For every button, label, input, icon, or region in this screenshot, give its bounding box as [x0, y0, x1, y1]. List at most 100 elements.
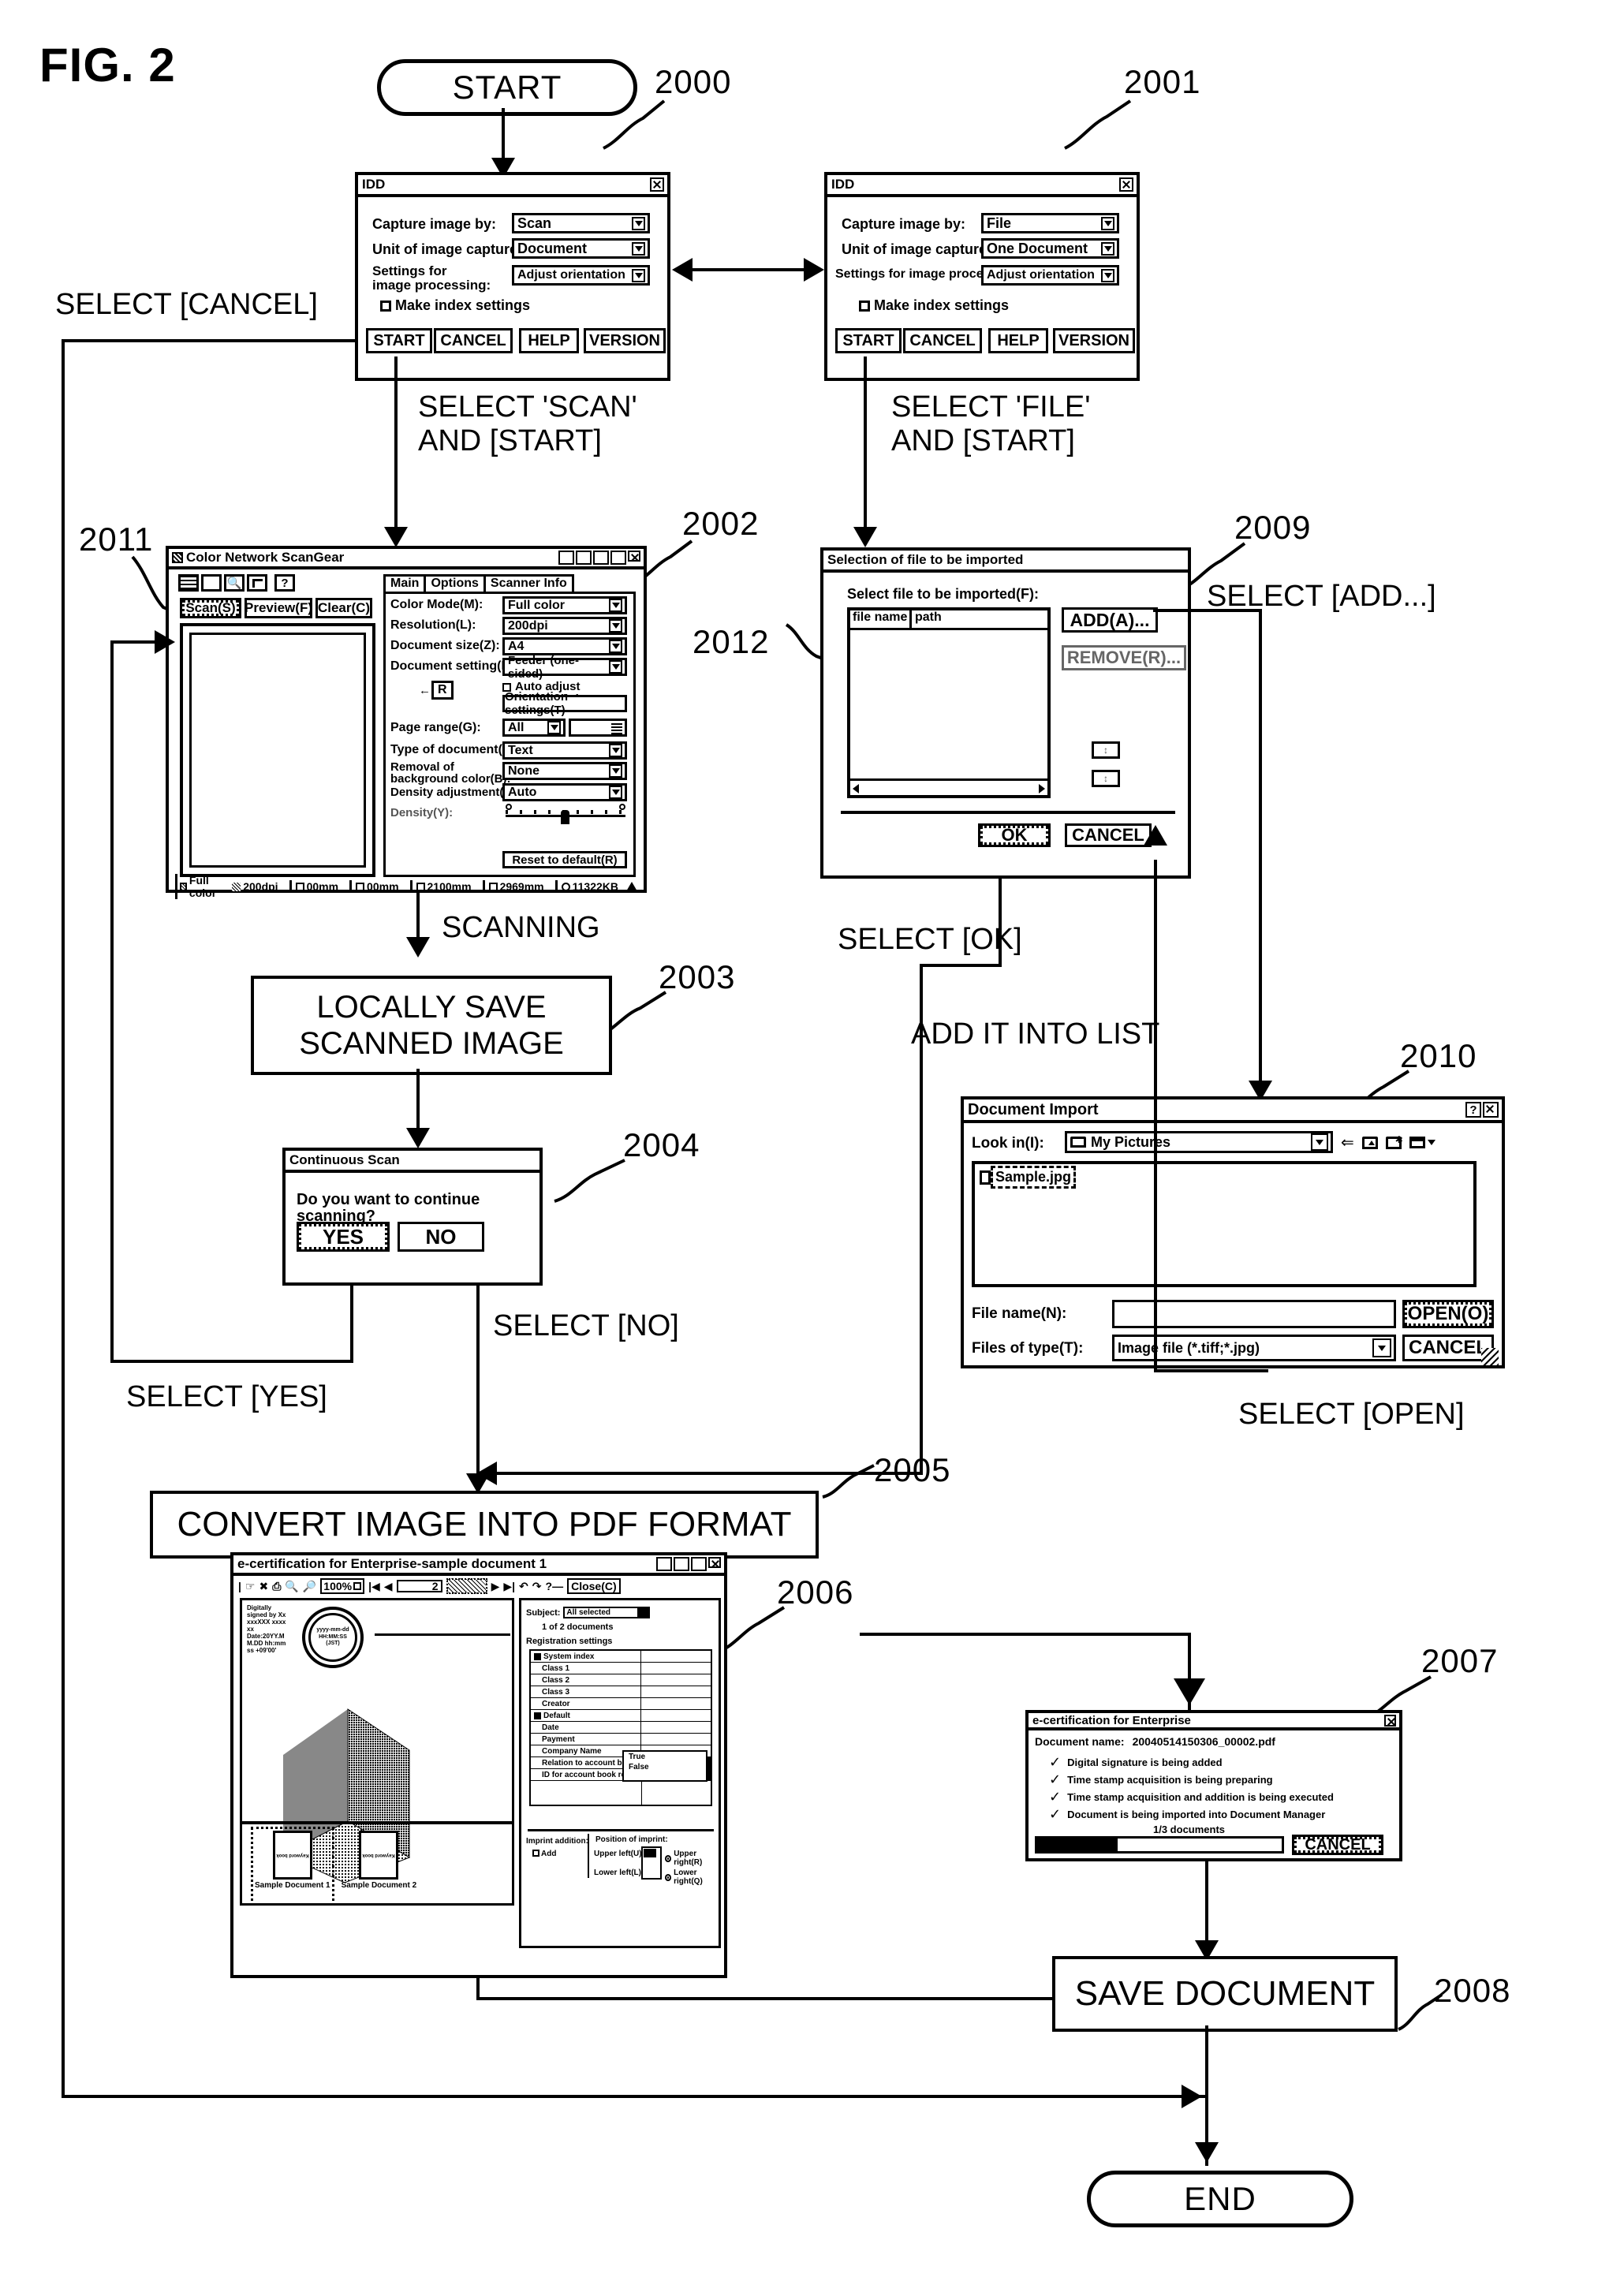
close-icon[interactable] — [1119, 177, 1133, 192]
table-cell-value[interactable] — [641, 1710, 711, 1721]
scangear-settings-pane[interactable]: Main Options Scanner Info Color Mode(M):… — [383, 574, 636, 879]
cancel-button[interactable]: CANCEL — [903, 328, 982, 353]
resolution-select[interactable]: 200dpi — [502, 617, 627, 635]
reset-to-default-button[interactable]: Reset to default(R) — [502, 851, 627, 868]
file-list[interactable]: file name path — [847, 607, 1051, 798]
ok-button[interactable]: OK — [978, 823, 1051, 847]
tab-options[interactable]: Options — [424, 574, 486, 592]
ecert-toolbar[interactable]: | ☞ ✖ ⎙ 🔍 🔎 100% |◀ ◀ 2 ▶ ▶| ↶ ↷ ?— Clos… — [237, 1577, 726, 1595]
table-cell-value[interactable] — [641, 1734, 711, 1745]
file-browser-list[interactable]: Sample.jpg — [972, 1161, 1477, 1287]
close-icon[interactable] — [1384, 1714, 1396, 1727]
hand-icon[interactable]: ☞ — [245, 1580, 256, 1593]
look-in-select[interactable]: My Pictures — [1065, 1131, 1333, 1153]
cancel-button[interactable]: CANCEL — [1292, 1835, 1383, 1855]
no-button[interactable]: NO — [398, 1222, 484, 1252]
ecert-document-preview[interactable]: Digitally signed by Xx xxxXXX xxxx xx Da… — [240, 1598, 514, 1906]
new-folder-icon[interactable]: ✱ — [1385, 1134, 1403, 1149]
page-range-input[interactable] — [569, 719, 627, 737]
view-menu-icon[interactable] — [1409, 1137, 1435, 1148]
version-button[interactable]: VERSION — [584, 328, 666, 353]
cancel-button[interactable]: CANCEL — [434, 328, 513, 353]
scroll-left-icon[interactable] — [853, 784, 859, 793]
ecert-settings-pane[interactable]: Subject: All selected 1 of 2 documents R… — [519, 1598, 721, 1948]
table-cell-value[interactable] — [641, 1686, 711, 1697]
idd-file-dialog[interactable]: IDD Capture image by: File Unit of image… — [824, 172, 1140, 381]
file-name-label[interactable]: Sample.jpg — [990, 1166, 1077, 1189]
rotate-right-icon[interactable]: ↷ — [532, 1580, 542, 1593]
clear-button[interactable]: Clear(C) — [315, 598, 372, 618]
close-icon[interactable] — [1483, 1102, 1499, 1118]
close-icon[interactable] — [650, 177, 664, 192]
document-import-toolbar[interactable]: ⇐ ✱ — [1341, 1133, 1435, 1152]
radio-upper-right[interactable]: Upper right(R) — [665, 1850, 719, 1867]
preview-pane[interactable] — [180, 623, 375, 877]
resize-grip-icon[interactable] — [1481, 1348, 1499, 1365]
imprint-add-checkbox[interactable]: Add — [532, 1850, 556, 1858]
marquee-icon[interactable] — [178, 574, 199, 592]
ecert-main-window[interactable]: e-certification for Enterprise-sample do… — [230, 1552, 727, 1978]
capture-image-by-select[interactable]: Scan — [512, 213, 650, 233]
table-row[interactable]: Default — [531, 1710, 711, 1722]
removal-background-select[interactable]: None — [502, 762, 627, 780]
dropdown-option-true[interactable]: True — [629, 1753, 706, 1763]
restore-icon[interactable] — [656, 1557, 672, 1571]
image-processing-select[interactable]: Adjust orientation — [512, 265, 650, 286]
cancel-button[interactable]: CANCEL — [1065, 823, 1152, 847]
radio-lower-right[interactable]: Lower right(Q) — [665, 1868, 719, 1886]
zoom-icon[interactable]: 🔍 — [224, 574, 245, 592]
selection-dialog[interactable]: Selection of file to be imported Select … — [820, 547, 1191, 879]
cancel-button[interactable]: CANCEL — [1402, 1335, 1494, 1361]
make-index-settings-checkbox[interactable]: Make index settings — [380, 298, 530, 313]
orientation-settings-button[interactable]: Orientation settings(T) — [502, 690, 627, 717]
scroll-right-icon[interactable] — [1039, 784, 1045, 793]
open-button[interactable]: OPEN(O) — [1402, 1300, 1494, 1328]
restore-icon[interactable] — [576, 551, 592, 565]
table-cell-value[interactable] — [641, 1674, 711, 1686]
zoom-level-select[interactable]: 100% — [320, 1578, 365, 1594]
document-import-dialog[interactable]: Document Import ? Look in(I): My Picture… — [961, 1096, 1505, 1368]
make-index-settings-checkbox[interactable]: Make index settings — [859, 298, 1009, 313]
list-item[interactable]: Sample.jpg — [980, 1166, 1473, 1189]
scangear-toolbar[interactable]: 🔍 ? — [178, 574, 295, 592]
tab-scanner-info[interactable]: Scanner Info — [483, 574, 574, 592]
close-icon[interactable] — [708, 1557, 721, 1568]
page-number-input[interactable]: 2 — [396, 1580, 442, 1592]
thumbnail-strip[interactable]: Keyword book Sample Document 1 Keyword b… — [242, 1821, 512, 1903]
help-icon[interactable]: ? — [274, 574, 295, 592]
table-row[interactable]: Creator — [531, 1698, 711, 1710]
zoom-in-icon[interactable]: 🔍 — [285, 1580, 298, 1593]
ecert-progress-dialog[interactable]: e-certification for Enterprise Document … — [1025, 1710, 1402, 1861]
capture-image-by-select[interactable]: File — [981, 213, 1119, 233]
table-row[interactable]: Date — [531, 1722, 711, 1734]
select-icon[interactable]: ✖ — [259, 1580, 268, 1593]
move-up-button[interactable]: ↕ — [1092, 741, 1120, 759]
horizontal-scrollbar[interactable] — [850, 778, 1047, 797]
preview-button[interactable]: Preview(F) — [245, 598, 312, 618]
dropdown-option-false[interactable]: False — [629, 1763, 706, 1773]
prev-page-icon[interactable]: ◀ — [384, 1580, 393, 1593]
rotate-left-icon[interactable]: ↶ — [519, 1580, 528, 1593]
back-icon[interactable]: ⇐ — [1341, 1133, 1354, 1152]
yes-button[interactable]: YES — [297, 1222, 390, 1252]
crop-icon[interactable] — [247, 574, 267, 592]
table-row[interactable]: Payment — [531, 1734, 711, 1745]
scangear-tabs[interactable]: Main Options Scanner Info — [383, 574, 636, 592]
density-adjustment-select[interactable]: Auto — [502, 783, 627, 801]
subject-select[interactable]: All selected — [563, 1607, 651, 1618]
help-button[interactable]: HELP — [988, 328, 1048, 353]
table-row[interactable]: Class 2 — [531, 1674, 711, 1686]
table-cell-value[interactable] — [641, 1698, 711, 1709]
version-button[interactable]: VERSION — [1053, 328, 1135, 353]
tab-main[interactable]: Main — [383, 574, 427, 592]
table-cell-value[interactable] — [641, 1722, 711, 1733]
close-button[interactable]: Close(C) — [567, 1578, 621, 1594]
table-row[interactable]: Class 3 — [531, 1686, 711, 1698]
continuous-scan-dialog[interactable]: Continuous Scan Do you want to continue … — [282, 1148, 543, 1286]
idd-scan-dialog[interactable]: IDD Capture image by: Scan Unit of image… — [355, 172, 670, 381]
file-list-body[interactable] — [850, 630, 1047, 778]
minimize-icon[interactable] — [674, 1557, 689, 1571]
help-icon[interactable]: ? — [1465, 1102, 1481, 1118]
blank-icon[interactable] — [201, 574, 222, 592]
thumbnail-item[interactable]: Keyword book Sample Document 2 — [342, 1831, 416, 1903]
